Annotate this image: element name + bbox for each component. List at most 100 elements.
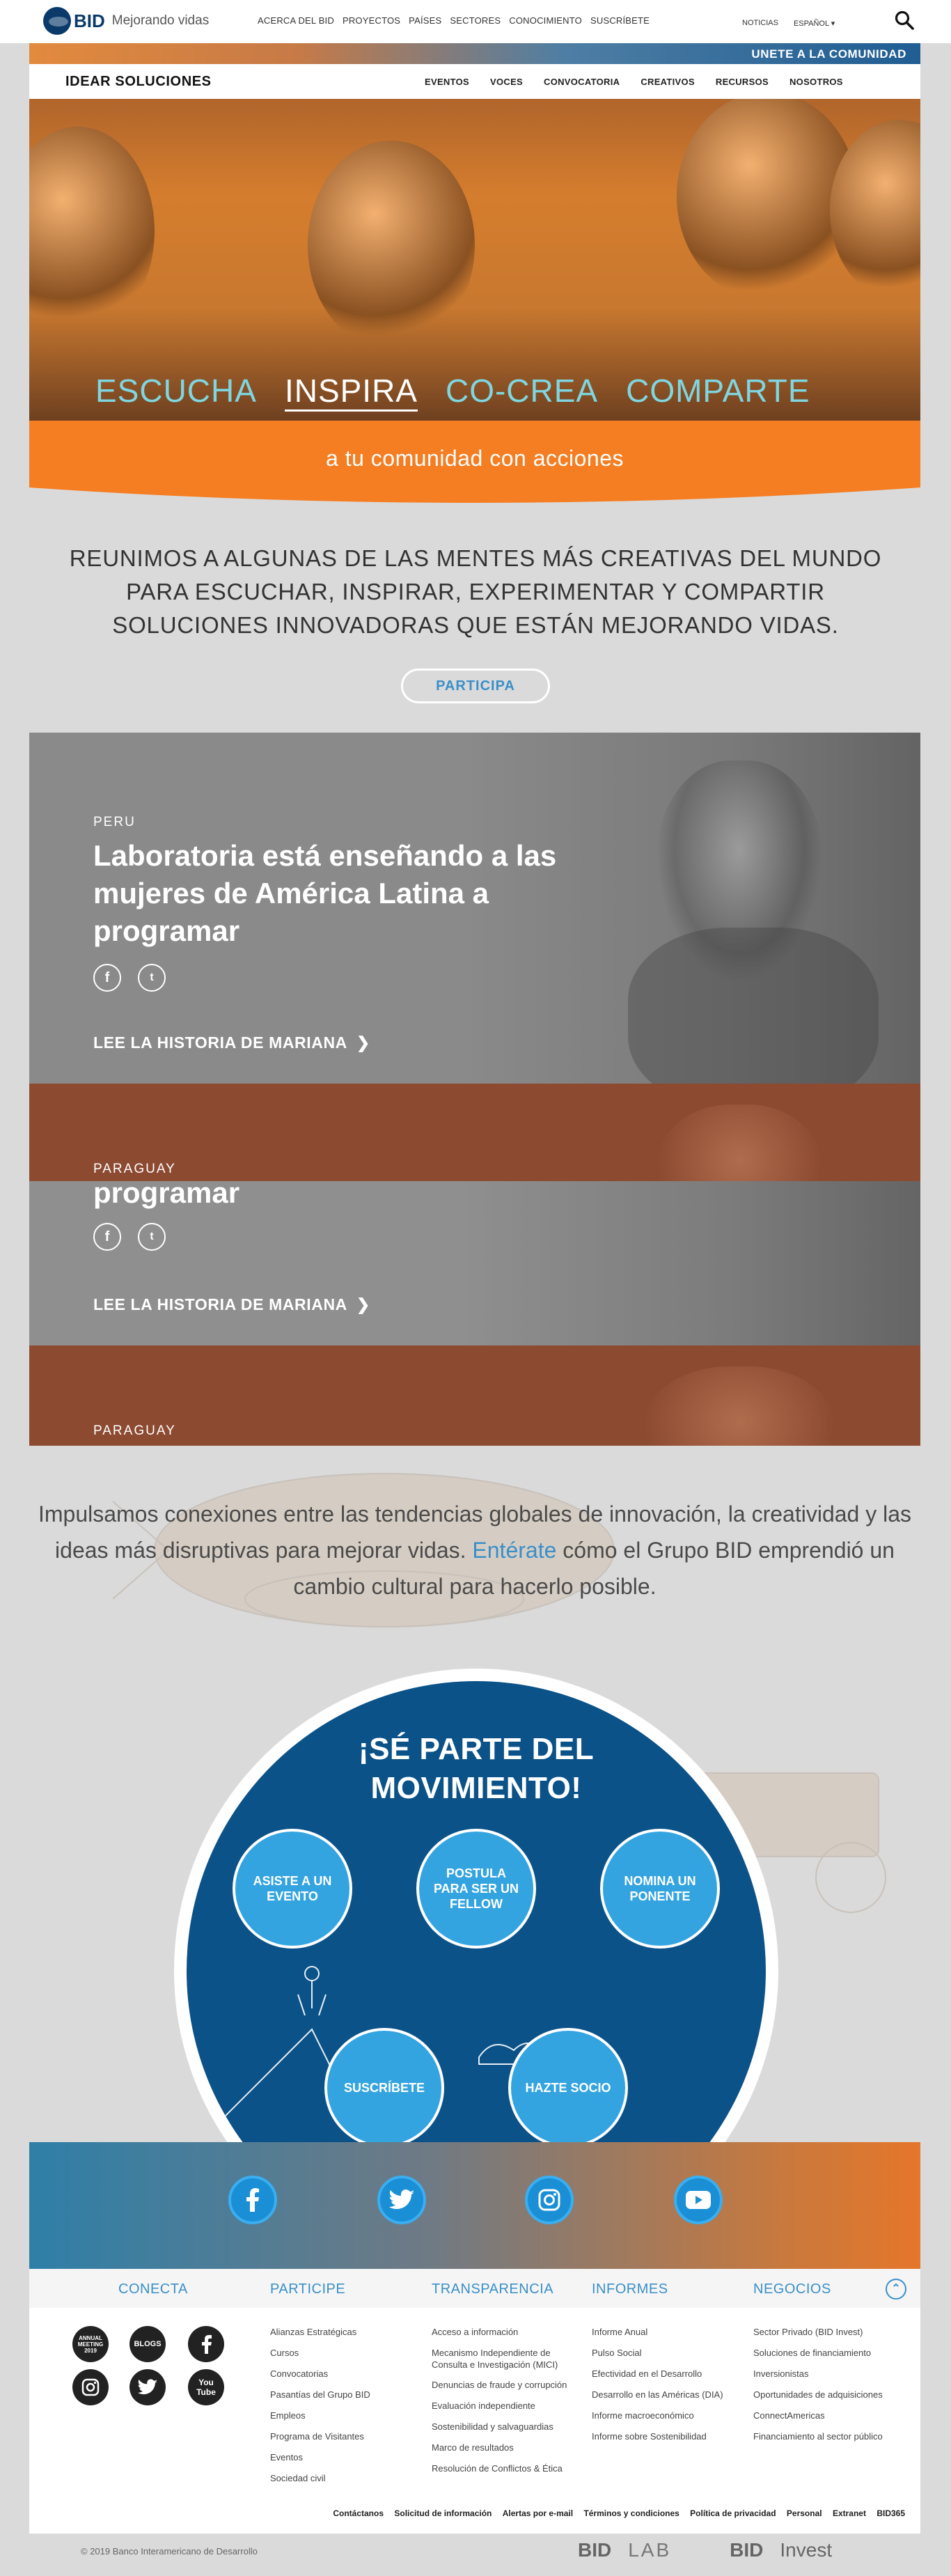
hero-word-escucha[interactable]: ESCUCHA [95,372,257,412]
nav-conocimiento[interactable]: CONOCIMIENTO [509,15,582,26]
footer-link[interactable]: Informe Anual [592,2322,723,2343]
scroll-top-icon[interactable]: ⌃ [886,2279,906,2300]
twitter-share-icon[interactable]: t [138,1223,166,1251]
facebook-icon[interactable] [188,2326,224,2362]
participa-button[interactable]: PARTICIPA [401,669,550,703]
hero-word-inspira[interactable]: INSPIRA [284,372,418,412]
section-nav: IDEAR SOLUCIONES EVENTOS VOCES CONVOCATO… [29,64,920,99]
bid-lab-logo[interactable]: LAB [628,2539,671,2561]
hero-word-comparte[interactable]: COMPARTE [626,372,810,412]
footer-link[interactable]: Oportunidades de adquisiciones [753,2384,883,2405]
enterate-link[interactable]: Entérate [472,1538,556,1563]
footer-col-transparencia: TRANSPARENCIA [432,2281,554,2297]
footer-link[interactable]: Convocatorias [270,2364,370,2384]
story-title[interactable]: Laboratoria está enseñando a las mujeres… [93,837,622,950]
footer-col-informes: INFORMES [592,2281,668,2297]
twitter-share-icon[interactable]: t [138,964,166,992]
footer-link[interactable]: Programa de Visitantes [270,2426,370,2447]
nav-acerca[interactable]: ACERCA DEL BID [258,15,334,26]
story-card-overlay[interactable]: programar f t LEE LA HISTORIA DE MARIANA… [29,1176,920,1345]
footer-link[interactable]: Mecanismo Independiente de Consulta e In… [432,2343,578,2375]
apply-fellow-button[interactable]: POSTULA PARA SER UN FELLOW [416,1829,536,1949]
footer-link[interactable]: Informe sobre Sostenibilidad [592,2426,723,2447]
footer-link[interactable]: Eventos [270,2447,370,2468]
language-select[interactable]: ESPAÑOL ▾ [794,19,835,28]
footer: CONECTA PARTICIPE TRANSPARENCIA INFORMES… [29,2269,920,2534]
bottom-bar: © 2019 Banco Interamericano de Desarroll… [0,2534,951,2576]
nav-paises[interactable]: PAÍSES [409,15,441,26]
youtube-icon[interactable] [674,2176,723,2224]
footer-link[interactable]: Evaluación independiente [432,2396,578,2417]
twitter-icon[interactable] [129,2369,166,2405]
footer-link[interactable]: Soluciones de financiamiento [753,2343,883,2364]
footer-link[interactable]: Sostenibilidad y salvaguardias [432,2417,578,2437]
annual-meeting-icon[interactable]: ANNUAL MEETING 2019 [72,2326,109,2362]
bid-logo[interactable]: BID [578,2539,611,2561]
footer-list-negocios: Sector Privado (BID Invest) Soluciones d… [753,2322,883,2447]
read-story-link[interactable]: LEE LA HISTORIA DE MARIANA ❯ [93,1033,370,1052]
facebook-icon[interactable] [228,2176,277,2224]
footer-link[interactable]: Pulso Social [592,2343,723,2364]
blogs-icon[interactable]: BLOGS [129,2326,166,2362]
legal-link[interactable]: Términos y condiciones [583,2508,679,2518]
subnav-recursos[interactable]: RECURSOS [716,77,769,87]
nominate-speaker-button[interactable]: NOMINA UN PONENTE [600,1829,720,1949]
story-card[interactable]: PARAGUAY [29,1345,920,1446]
footer-link[interactable]: Acceso a información [432,2322,578,2343]
nav-sectores[interactable]: SECTORES [450,15,501,26]
legal-link[interactable]: Política de privacidad [690,2508,776,2518]
logo-text: BID [74,10,105,31]
footer-link[interactable]: Inversionistas [753,2364,883,2384]
facebook-share-icon[interactable]: f [93,964,121,992]
subnav-eventos[interactable]: EVENTOS [425,77,469,87]
story-country: PERU [93,815,136,829]
nav-proyectos[interactable]: PROYECTOS [343,15,400,26]
footer-link[interactable]: ConnectAmericas [753,2405,883,2426]
footer-link[interactable]: Pasantías del Grupo BID [270,2384,370,2405]
bid-invest-logo[interactable]: BID [730,2539,763,2561]
legal-link[interactable]: Personal [787,2508,822,2518]
footer-link[interactable]: Sector Privado (BID Invest) [753,2322,883,2343]
story-card[interactable]: PERU Laboratoria está enseñando a las mu… [29,733,920,1109]
join-community-link[interactable]: UNETE A LA COMUNIDAD [751,47,906,61]
footer-col-negocios: NEGOCIOS [753,2281,831,2297]
search-icon[interactable] [894,10,915,31]
social-band [29,2142,920,2269]
subnav-creativos[interactable]: CREATIVOS [640,77,695,87]
section-brand[interactable]: IDEAR SOLUCIONES [65,74,212,90]
facebook-share-icon[interactable]: f [93,1223,121,1251]
instagram-icon[interactable] [525,2176,574,2224]
instagram-icon[interactable] [72,2369,109,2405]
footer-link[interactable]: Alianzas Estratégicas [270,2322,370,2343]
footer-link[interactable]: Sociedad civil [270,2468,370,2489]
story-title-fragment[interactable]: programar [93,1174,622,1212]
legal-link[interactable]: BID365 [877,2508,905,2518]
nav-suscribete[interactable]: SUSCRÍBETE [590,15,650,26]
subscribe-button[interactable]: SUSCRÍBETE [324,2028,444,2142]
read-story-link[interactable]: LEE LA HISTORIA DE MARIANA ❯ [93,1295,370,1314]
news-link[interactable]: NOTICIAS [742,19,778,28]
footer-link[interactable]: Informe macroeconómico [592,2405,723,2426]
become-partner-button[interactable]: HAZTE SOCIO [508,2028,628,2142]
legal-link[interactable]: Contáctanos [333,2508,384,2518]
footer-link[interactable]: Empleos [270,2405,370,2426]
footer-link[interactable]: Marco de resultados [432,2437,578,2458]
footer-link[interactable]: Desarrollo en las Américas (DIA) [592,2384,723,2405]
subnav-nosotros[interactable]: NOSOTROS [789,77,843,87]
footer-link[interactable]: Financiamiento al sector público [753,2426,883,2447]
footer-link[interactable]: Cursos [270,2343,370,2364]
bid-logo[interactable]: BID Mejorando vidas [43,7,209,35]
youtube-icon[interactable]: You Tube [188,2369,224,2405]
story-card[interactable]: PARAGUAY [29,1084,920,1244]
twitter-icon[interactable] [377,2176,426,2224]
footer-link[interactable]: Efectividad en el Desarrollo [592,2364,723,2384]
footer-link[interactable]: Denuncias de fraude y corrupción [432,2375,578,2396]
legal-link[interactable]: Alertas por e-mail [503,2508,573,2518]
legal-link[interactable]: Extranet [833,2508,866,2518]
legal-link[interactable]: Solicitud de información [394,2508,492,2518]
attend-event-button[interactable]: ASISTE A UN EVENTO [233,1829,352,1949]
hero-word-cocrea[interactable]: CO-CREA [446,372,598,412]
subnav-convocatoria[interactable]: CONVOCATORIA [544,77,620,87]
footer-link[interactable]: Resolución de Conflictos & Ética [432,2458,578,2479]
subnav-voces[interactable]: VOCES [490,77,523,87]
